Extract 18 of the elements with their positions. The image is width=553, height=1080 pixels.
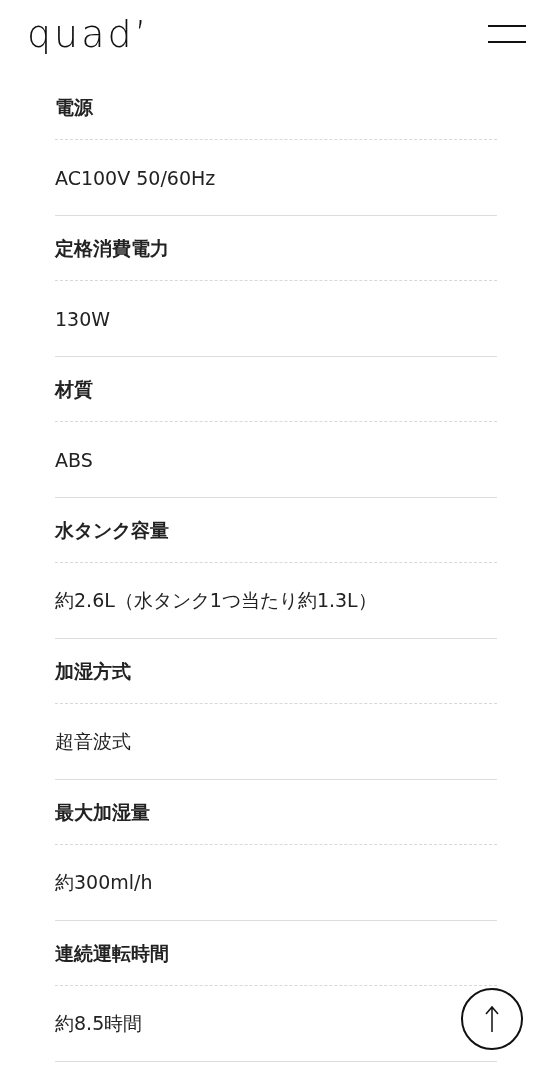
spec-label: 水タンク容量 — [55, 498, 497, 563]
menu-icon[interactable] — [488, 23, 526, 44]
spec-value: 約300ml/h — [55, 869, 153, 895]
arrow-up-icon — [485, 1005, 499, 1033]
spec-label: 最大加湿量 — [55, 780, 497, 845]
spec-label: 電源 — [55, 75, 497, 140]
spec-label: 連続運転時間 — [55, 921, 497, 986]
spec-value: 超音波式 — [55, 728, 131, 754]
spec-value: 130W — [55, 307, 111, 330]
spec-label: 材質 — [55, 357, 497, 422]
spec-value: AC100V 50/60Hz — [55, 166, 216, 189]
spec-value: ABS — [55, 448, 93, 471]
spec-value: 約2.6L（水タンク1つ当たり約1.3L） — [55, 587, 377, 613]
scroll-top-button[interactable] — [461, 988, 523, 1050]
spec-label: 定格消費電力 — [55, 216, 497, 281]
spec-label: 加湿方式 — [55, 639, 497, 704]
logo[interactable]: quad’ — [27, 11, 150, 56]
spec-value: 約8.5時間 — [55, 1010, 143, 1036]
